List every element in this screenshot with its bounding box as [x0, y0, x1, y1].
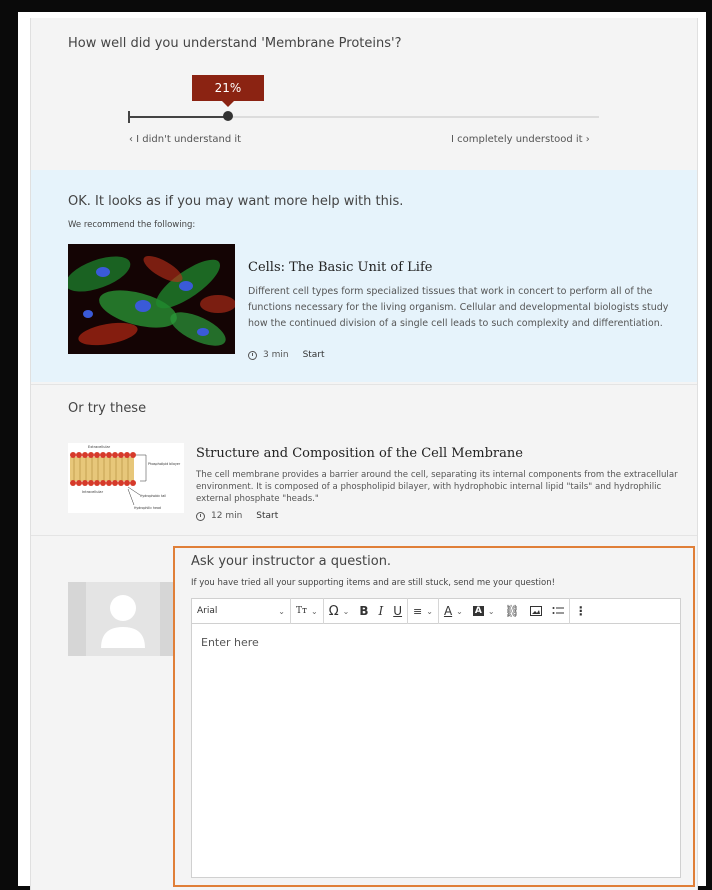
avatar [68, 582, 178, 656]
editor-placeholder: Enter here [201, 636, 259, 649]
recommend-item-meta: 3 min Start [248, 350, 325, 360]
try-item-description: The cell membrane provides a barrier aro… [196, 470, 678, 504]
diagram-label-bilayer: Phospholipid bilayer [148, 462, 181, 466]
try-these-section: Or try these Extracellular Phospholipid … [31, 384, 697, 534]
ask-subheading: If you have tried all your supporting it… [191, 578, 555, 588]
slider-max-label: I completely understood it › [451, 134, 590, 145]
try-start-link[interactable]: Start [256, 511, 278, 521]
diagram-label-head: Hydrophilic head [134, 506, 161, 510]
link-icon[interactable]: ⛓ [500, 598, 525, 624]
font-family-value: Arial [197, 606, 218, 616]
page-content: How well did you understand 'Membrane Pr… [30, 18, 698, 890]
align-icon: ≡ [413, 604, 423, 618]
chevron-down-icon: ⌄ [310, 606, 318, 616]
recommend-start-link[interactable]: Start [303, 350, 325, 360]
font-size-button[interactable]: Tт ⌄ [291, 598, 324, 624]
diagram-label-tail: Hydrophobic tail [140, 494, 166, 498]
underline-icon[interactable]: U [388, 598, 409, 624]
recommend-item-duration: 3 min [263, 350, 289, 360]
question-title: How well did you understand 'Membrane Pr… [68, 36, 402, 51]
recommend-item-title[interactable]: Cells: The Basic Unit of Life [248, 260, 432, 275]
understanding-slider[interactable] [128, 111, 599, 123]
list-icon[interactable] [547, 598, 570, 624]
text-color-button[interactable]: A ⌄ [439, 598, 468, 624]
try-item-meta: 12 min Start [196, 511, 278, 521]
slider-value-tooltip: 21% [192, 75, 264, 107]
font-size-icon: Tт [296, 606, 307, 616]
chevron-down-icon: ⌄ [487, 606, 495, 616]
clock-icon [196, 511, 205, 521]
membrane-diagram-thumbnail[interactable]: Extracellular Phospholipid bilayer Intra… [68, 443, 184, 513]
highlight-icon: A [472, 606, 484, 616]
cells-thumbnail[interactable] [68, 244, 235, 354]
try-these-heading: Or try these [68, 401, 147, 416]
understanding-section: How well did you understand 'Membrane Pr… [31, 18, 697, 168]
align-button[interactable]: ≡ ⌄ [408, 598, 439, 624]
try-item-duration: 12 min [211, 511, 243, 521]
font-family-select[interactable]: Arial ⌄ [192, 598, 291, 624]
question-editor[interactable]: Enter here [191, 624, 681, 878]
special-char-icon: Ω [328, 603, 339, 619]
bold-icon[interactable]: B [354, 598, 373, 624]
diagram-label-intracellular: Intracellular [82, 490, 104, 494]
italic-icon[interactable]: I [373, 598, 388, 624]
clock-icon [248, 350, 257, 360]
recommend-subheading: We recommend the following: [68, 220, 196, 230]
question-panel: Ask your instructor a question. If you h… [173, 546, 695, 887]
chevron-down-icon: ⌄ [278, 606, 285, 616]
help-heading: OK. It looks as if you may want more hel… [68, 194, 404, 209]
editor-toolbar: Arial ⌄ Tт ⌄ Ω ⌄ B I U ≡ ⌄ A ⌄ A ⌄ ⛓ ⋮ [191, 598, 681, 624]
slider-fill [129, 116, 228, 118]
chevron-down-icon: ⌄ [342, 606, 350, 616]
diagram-label-extracellular: Extracellular [88, 445, 111, 449]
ask-heading: Ask your instructor a question. [191, 554, 392, 569]
text-color-icon: A [443, 604, 453, 618]
more-icon[interactable]: ⋮ [570, 598, 592, 624]
try-item-title[interactable]: Structure and Composition of the Cell Me… [196, 446, 523, 461]
highlight-button[interactable]: A ⌄ [468, 598, 500, 624]
slider-min-label: ‹ I didn't understand it [129, 134, 242, 145]
chevron-down-icon: ⌄ [426, 606, 433, 616]
recommendation-section: OK. It looks as if you may want more hel… [31, 170, 697, 382]
special-char-button[interactable]: Ω ⌄ [324, 598, 355, 624]
recommend-item-description: Different cell types form specialized ti… [248, 286, 669, 329]
slider-handle[interactable] [223, 111, 233, 121]
image-icon[interactable] [525, 598, 547, 624]
chevron-down-icon: ⌄ [456, 606, 463, 616]
ask-instructor-section: Ask your instructor a question. If you h… [31, 535, 697, 890]
